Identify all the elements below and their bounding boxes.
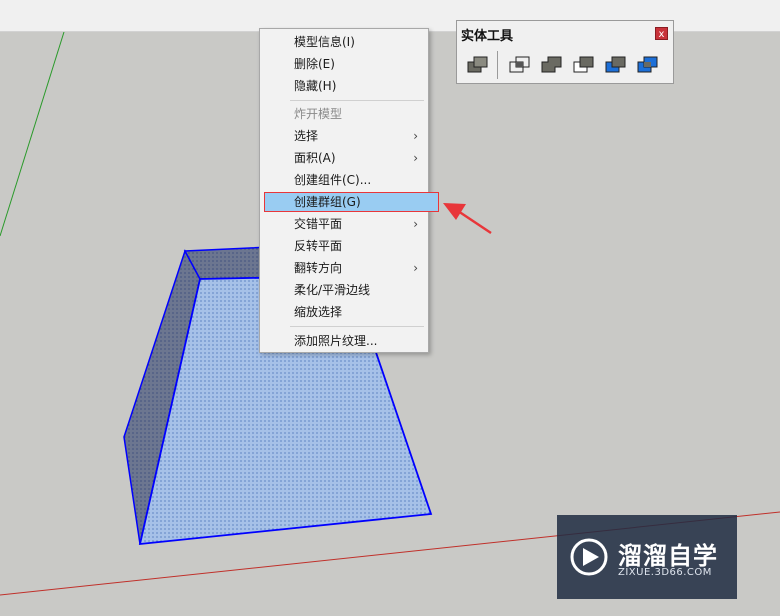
menu-separator xyxy=(290,326,424,327)
menu-item-area[interactable]: 面积(A) › xyxy=(264,148,426,168)
menu-item-delete[interactable]: 删除(E) xyxy=(264,54,426,74)
play-logo-icon xyxy=(570,538,608,576)
annotation-arrow xyxy=(443,203,492,235)
trim-icon[interactable] xyxy=(603,53,629,77)
menu-item-zoom-selection[interactable]: 缩放选择 xyxy=(264,302,426,322)
watermark: 溜溜自学 ZIXUE.3D66.COM xyxy=(557,515,737,599)
menu-item-explode: 炸开模型 xyxy=(294,107,343,121)
submenu-arrow-icon: › xyxy=(413,151,418,165)
watermark-url: ZIXUE.3D66.COM xyxy=(618,567,712,578)
menu-item-soften-edges[interactable]: 柔化/平滑边线 xyxy=(264,280,426,300)
menu-separator xyxy=(290,100,424,101)
submenu-arrow-icon: › xyxy=(413,129,418,143)
menu-item-make-component[interactable]: 创建组件(C)... xyxy=(264,170,426,190)
split-icon[interactable] xyxy=(635,53,661,77)
menu-item-select[interactable]: 选择 › xyxy=(264,126,426,146)
menu-item-model-info[interactable]: 模型信息(I) xyxy=(264,32,426,52)
toolbar-title: 实体工具 xyxy=(461,29,514,44)
menu-item-flip-along[interactable]: 翻转方向 › xyxy=(264,258,426,278)
intersect-icon[interactable] xyxy=(507,53,533,77)
union-icon[interactable] xyxy=(539,53,565,77)
solid-tools-toolbar: 实体工具 x xyxy=(456,20,674,84)
submenu-arrow-icon: › xyxy=(413,217,418,231)
menu-item-intersect-faces[interactable]: 交错平面 › xyxy=(264,214,426,234)
subtract-icon[interactable] xyxy=(571,53,597,77)
toolbar-separator xyxy=(497,51,498,79)
close-icon[interactable]: x xyxy=(655,27,668,40)
menu-item-make-group[interactable]: 创建群组(G) xyxy=(264,192,439,212)
context-menu: 模型信息(I) 删除(E) 隐藏(H) 炸开模型 选择 › 面积(A) › 创建组件… xyxy=(259,28,439,353)
menu-item-add-photo-texture[interactable]: 添加照片纹理... xyxy=(264,331,426,351)
menu-item-hide[interactable]: 隐藏(H) xyxy=(264,76,426,96)
menu-item-reverse-faces[interactable]: 反转平面 xyxy=(264,236,426,256)
outer-shell-icon[interactable] xyxy=(465,53,491,77)
watermark-title: 溜溜自学 xyxy=(618,542,718,570)
submenu-arrow-icon: › xyxy=(413,261,418,275)
green-axis xyxy=(0,32,65,237)
